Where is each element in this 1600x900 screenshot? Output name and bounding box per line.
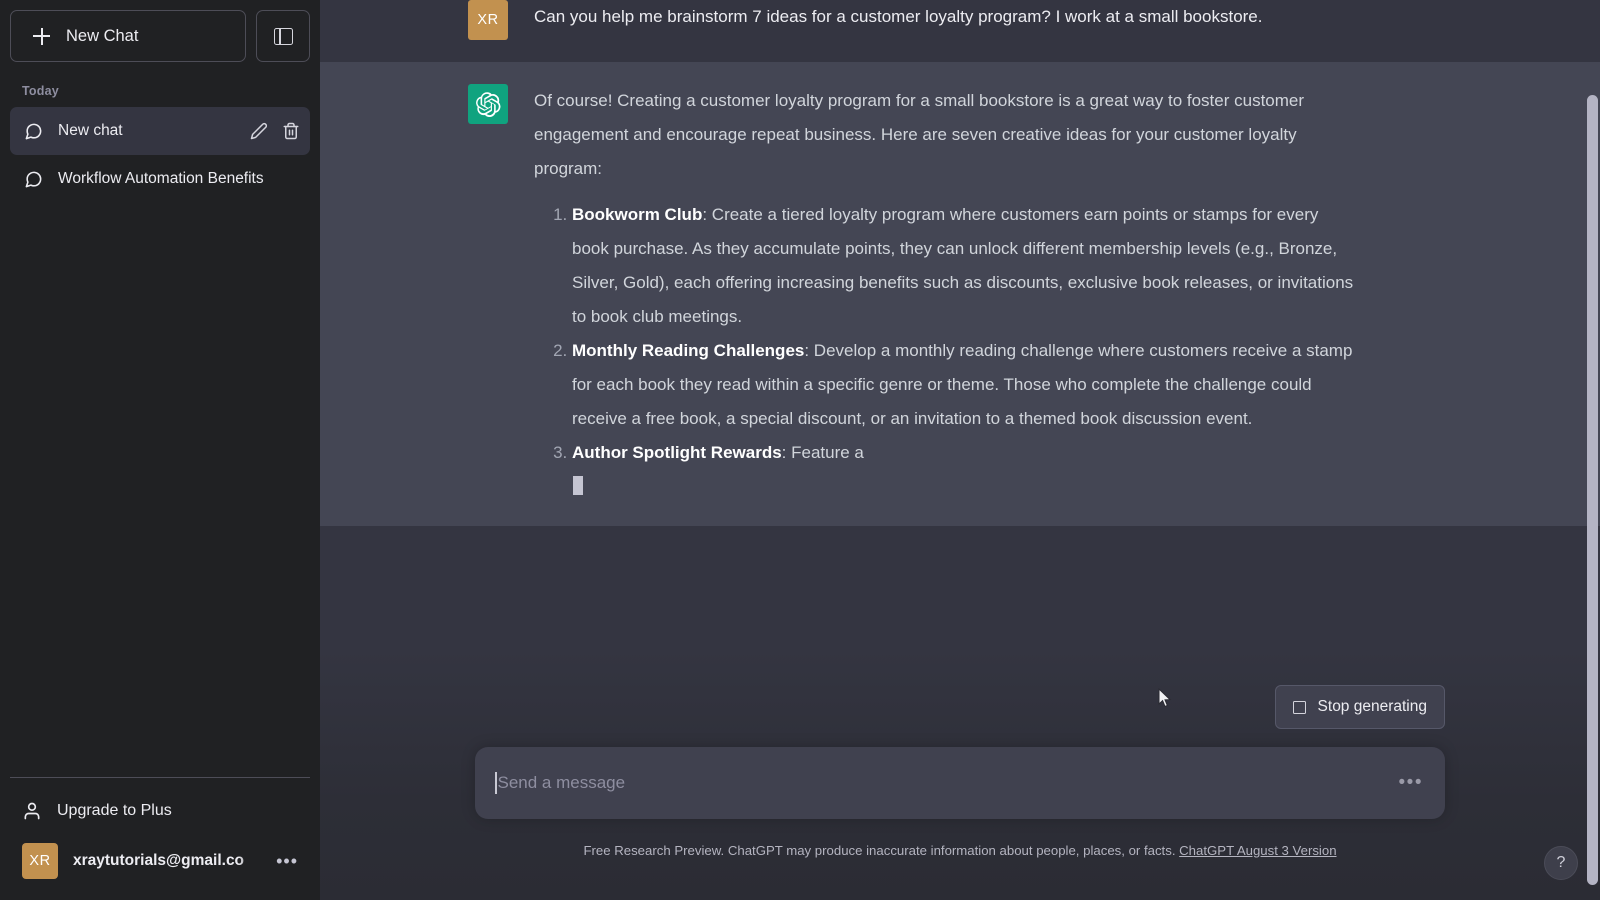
plus-icon: [33, 27, 50, 45]
conversation-thread: XR Can you help me brainstorm 7 ideas fo…: [320, 0, 1600, 650]
list-item-title: Bookworm Club: [572, 205, 703, 224]
scrollbar-track[interactable]: [1586, 0, 1600, 900]
composer-input-wrapper[interactable]: •••: [475, 747, 1445, 819]
person-icon: [24, 802, 40, 820]
version-link[interactable]: ChatGPT August 3 Version: [1179, 843, 1336, 858]
panel-left-icon: [273, 27, 293, 45]
message-input[interactable]: [497, 773, 1399, 793]
stop-generating-button[interactable]: Stop generating: [1274, 685, 1445, 729]
account-button[interactable]: XR xraytutorials@gmail.co •••: [10, 836, 310, 886]
user-question-text: Can you help me brainstorm 7 ideas for a…: [534, 7, 1263, 26]
stop-square-icon: [1292, 700, 1306, 714]
scrollbar-thumb[interactable]: [1587, 95, 1598, 885]
disclaimer-text: Free Research Preview. ChatGPT may produ…: [583, 843, 1176, 858]
assistant-intro-text: Of course! Creating a customer loyalty p…: [534, 91, 1305, 178]
list-item-body: : Feature a: [781, 443, 864, 462]
list-item: Author Spotlight Rewards: Feature a: [572, 436, 1354, 504]
stop-generating-label: Stop generating: [1317, 698, 1427, 715]
sidebar-footer: Upgrade to Plus XR xraytutorials@gmail.c…: [10, 777, 310, 900]
question-mark-icon: ?: [1556, 854, 1566, 871]
sidebar-chat-item-new-chat[interactable]: New chat: [10, 107, 310, 155]
pencil-icon[interactable]: [250, 122, 268, 140]
account-email: xraytutorials@gmail.co: [73, 852, 245, 869]
message-user: XR Can you help me brainstorm 7 ideas fo…: [320, 0, 1600, 62]
trash-icon[interactable]: [282, 122, 300, 140]
upgrade-label: Upgrade to Plus: [57, 802, 172, 819]
ideas-list: Bookworm Club: Create a tiered loyalty p…: [534, 198, 1354, 504]
composer-area: Stop generating ••• Free Research Previe…: [320, 650, 1600, 900]
text-caret: [495, 772, 497, 794]
message-icon: [25, 123, 42, 139]
message-assistant: Of course! Creating a customer loyalty p…: [320, 62, 1600, 526]
openai-logo-icon: [468, 84, 508, 124]
chat-group-label: Today: [22, 84, 59, 98]
chat-title: Workflow Automation Benefits: [58, 170, 264, 187]
main-panel: XR Can you help me brainstorm 7 ideas fo…: [320, 0, 1600, 900]
upgrade-to-plus-button[interactable]: Upgrade to Plus: [10, 786, 310, 836]
streaming-cursor: [573, 476, 583, 495]
chat-history-list: New chat Workflow Automation Benefits: [0, 107, 320, 203]
footer-disclaimer: Free Research Preview. ChatGPT may produ…: [320, 843, 1600, 858]
message-icon: [25, 171, 42, 187]
sidebar-chat-item-workflow-automation-benefits[interactable]: Workflow Automation Benefits: [10, 155, 310, 203]
openai-logo-glyph: [475, 91, 500, 117]
collapse-sidebar-button[interactable]: [256, 10, 310, 62]
help-button[interactable]: ?: [1544, 846, 1578, 880]
ellipsis-icon[interactable]: •••: [1399, 772, 1423, 794]
ellipsis-icon[interactable]: •••: [276, 851, 298, 872]
message-text: Can you help me brainstorm 7 ideas for a…: [534, 0, 1263, 40]
list-item-title: Author Spotlight Rewards: [572, 443, 782, 462]
list-item: Bookworm Club: Create a tiered loyalty p…: [572, 198, 1354, 334]
new-chat-button[interactable]: New Chat: [10, 10, 246, 62]
message-text: Of course! Creating a customer loyalty p…: [534, 84, 1354, 504]
chatgpt-app: New Chat Today New chat Workflow Automat…: [0, 0, 1600, 900]
avatar: XR: [468, 0, 508, 40]
list-item: Monthly Reading Challenges: Develop a mo…: [572, 334, 1354, 436]
sidebar-header: New Chat: [0, 0, 320, 62]
new-chat-label: New Chat: [66, 26, 139, 45]
avatar: XR: [22, 843, 58, 879]
stop-generating-row: Stop generating: [1274, 685, 1445, 729]
sidebar: New Chat Today New chat Workflow Automat…: [0, 0, 320, 900]
list-item-title: Monthly Reading Challenges: [572, 341, 805, 360]
chat-title: New chat: [58, 122, 123, 139]
chat-item-actions: [250, 122, 300, 140]
